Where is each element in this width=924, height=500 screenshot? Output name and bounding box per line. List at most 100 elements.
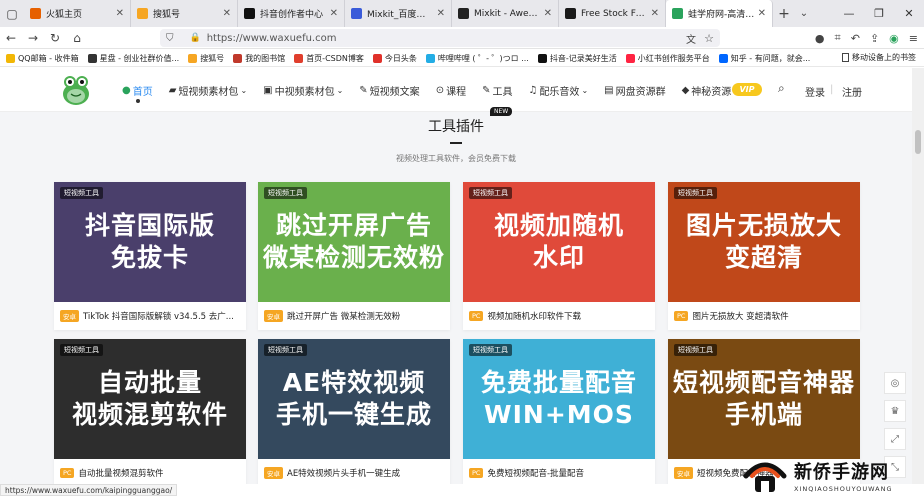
card-title[interactable]: 视频加随机水印软件下载 bbox=[487, 310, 581, 322]
tab-title: 蛙学府网-高清视频素材 bbox=[688, 10, 755, 20]
tab-close-icon[interactable]: ✕ bbox=[544, 8, 552, 19]
back-icon[interactable]: ← bbox=[0, 31, 22, 45]
card-thumbnail[interactable]: 短视频工具 视频加随机 水印 bbox=[463, 182, 655, 302]
vip-crown-icon[interactable]: ♛ bbox=[884, 400, 906, 422]
card-title[interactable]: AE特效视频片头手机一键生成 bbox=[287, 467, 400, 479]
tab-close-icon[interactable]: ✕ bbox=[330, 8, 338, 19]
wechat-icon[interactable]: ◎ bbox=[884, 372, 906, 394]
browser-tab[interactable]: 搜狐号 ✕ bbox=[131, 0, 238, 27]
maximize-icon[interactable]: ❐ bbox=[864, 0, 894, 27]
card-footer: PC 自动批量视频混剪软件 bbox=[54, 459, 246, 484]
new-tab-button[interactable]: + bbox=[773, 6, 795, 22]
nav-item-home[interactable]: ● 首页 bbox=[122, 83, 153, 103]
bookmark-item[interactable]: 知乎 - 有问题，就会... bbox=[718, 53, 810, 64]
tab-favicon-icon bbox=[30, 8, 41, 19]
tool-card[interactable]: 短视频工具 视频加随机 水印 PC 视频加随机水印软件下载 bbox=[463, 182, 655, 330]
tool-card[interactable]: 短视频工具 抖音国际版 免拔卡 安卓 TikTok 抖音国际版解锁 v34.5.… bbox=[54, 182, 246, 330]
chevron-down-icon: ⌄ bbox=[240, 85, 248, 95]
browser-tab[interactable]: 抖音创作者中心 ✕ bbox=[238, 0, 345, 27]
thumbnail-text: AE特效视频 手机一键生成 bbox=[276, 367, 432, 432]
reload-icon[interactable]: ↻ bbox=[44, 31, 66, 45]
card-thumbnail[interactable]: 短视频工具 自动批量 视频混剪软件 bbox=[54, 339, 246, 459]
browser-tab[interactable]: Free Stock Footage Vid ✕ bbox=[559, 0, 666, 27]
bookmark-item[interactable]: 搜狐号 bbox=[188, 53, 224, 64]
register-link[interactable]: 注册 bbox=[842, 84, 862, 99]
mobile-bookmarks[interactable]: 移动设备上的书签 bbox=[842, 52, 916, 63]
category-tag: 短视频工具 bbox=[264, 344, 307, 356]
vip-badge[interactable]: VIP bbox=[732, 83, 762, 96]
undo-icon[interactable]: ↶ bbox=[851, 32, 860, 45]
scrollbar[interactable] bbox=[912, 68, 924, 484]
nav-item-cloud[interactable]: ▤ 网盘资源群 bbox=[604, 83, 665, 98]
nav-item-film[interactable]: ▣ 中视频素材包 ⌄ bbox=[263, 83, 343, 98]
menu-icon[interactable]: ≡ bbox=[909, 32, 918, 45]
tool-card[interactable]: 短视频工具 跳过开屏广告 微某检测无效粉 安卓 跳过开屏广告 微某检测无效粉 bbox=[258, 182, 450, 330]
tool-card[interactable]: 短视频工具 图片无损放大 变超清 PC 图片无损放大 变超清软件 bbox=[668, 182, 860, 330]
browser-tab[interactable]: Mixkit_百度搜索 ✕ bbox=[345, 0, 452, 27]
frog-logo-icon[interactable] bbox=[62, 74, 90, 106]
bookmark-item[interactable]: 哔哩哔哩 ( ゜- ゜)つロ ... bbox=[425, 53, 529, 64]
login-link[interactable]: 登录 bbox=[805, 84, 825, 99]
close-window-icon[interactable]: ✕ bbox=[894, 0, 924, 27]
section-subtitle: 视频处理工具软件，会员免费下载 bbox=[396, 154, 516, 163]
extension-icon[interactable]: ● bbox=[815, 32, 825, 45]
card-thumbnail[interactable]: 短视频工具 图片无损放大 变超清 bbox=[668, 182, 860, 302]
bookmark-item[interactable]: 首页-CSDN博客 bbox=[294, 53, 364, 64]
platform-badge: PC bbox=[60, 468, 75, 478]
tab-favicon-icon bbox=[351, 8, 362, 19]
thumbnail-text: 抖音国际版 免拔卡 bbox=[85, 210, 215, 275]
card-thumbnail[interactable]: 短视频工具 AE特效视频 手机一键生成 bbox=[258, 339, 450, 459]
bookmark-item[interactable]: QQ邮箱 - 收件箱 bbox=[6, 53, 79, 64]
tool-card[interactable]: 短视频工具 AE特效视频 手机一键生成 安卓 AE特效视频片头手机一键生成 bbox=[258, 339, 450, 484]
search-icon[interactable]: ⌕ bbox=[778, 81, 785, 96]
nav-item-course[interactable]: ⊙ 课程 bbox=[436, 83, 466, 98]
card-title[interactable]: 自动批量视频混剪软件 bbox=[78, 467, 163, 479]
scrollbar-thumb[interactable] bbox=[915, 130, 921, 154]
tab-overflow-icon[interactable]: ⌄ bbox=[795, 8, 813, 19]
nav-label: 工具 bbox=[492, 86, 513, 98]
tab-close-icon[interactable]: ✕ bbox=[116, 8, 124, 19]
card-title[interactable]: 免费短视频配音-批量配音 bbox=[487, 467, 584, 479]
translate-icon[interactable]: 文 bbox=[686, 31, 696, 46]
address-bar[interactable]: ⛉ 🔒 https://www.waxuefu.com 文 ☆ bbox=[160, 29, 720, 47]
bookmark-item[interactable]: 抖音-记录美好生活 bbox=[537, 53, 617, 64]
nav-item-pen[interactable]: ✎ 短视频文案 bbox=[359, 83, 419, 98]
browser-tab[interactable]: 蛙学府网-高清视频素材 ✕ bbox=[666, 0, 773, 27]
forward-icon[interactable]: → bbox=[22, 31, 44, 45]
bookmark-star-icon[interactable]: ☆ bbox=[704, 32, 714, 45]
gift-icon: ◆ bbox=[681, 84, 690, 96]
thumbnail-line-2: 免拔卡 bbox=[110, 243, 189, 272]
bookmark-favicon-icon bbox=[6, 53, 15, 63]
tool-card[interactable]: 短视频工具 免费批量配音 WIN+MOS PC 免费短视频配音-批量配音 bbox=[463, 339, 655, 484]
tab-close-icon[interactable]: ✕ bbox=[758, 8, 766, 19]
card-title[interactable]: 图片无损放大 变超清软件 bbox=[692, 310, 788, 322]
card-title[interactable]: TikTok 抖音国际版解锁 v34.5.5 去广... bbox=[83, 310, 234, 322]
tab-close-icon[interactable]: ✕ bbox=[437, 8, 445, 19]
minimize-icon[interactable]: — bbox=[834, 0, 864, 27]
crop-icon[interactable]: ⌗ bbox=[835, 31, 841, 45]
bookmark-item[interactable]: 星盘 - 创业社群价值... bbox=[87, 53, 179, 64]
profile-icon[interactable]: ◉ bbox=[889, 32, 899, 45]
bookmark-item[interactable]: 今日头条 bbox=[372, 53, 417, 64]
browser-tab[interactable]: Mixkit - Awesome free ✕ bbox=[452, 0, 559, 27]
nav-item-tool[interactable]: ✎ 工具 bbox=[482, 83, 512, 98]
tab-close-icon[interactable]: ✕ bbox=[651, 8, 659, 19]
nav-item-music[interactable]: ♫ 配乐音效 ⌄ bbox=[528, 83, 588, 98]
card-thumbnail[interactable]: 短视频工具 抖音国际版 免拔卡 bbox=[54, 182, 246, 302]
card-thumbnail[interactable]: 短视频工具 跳过开屏广告 微某检测无效粉 bbox=[258, 182, 450, 302]
bookmark-item[interactable]: 小红书创作服务平台 bbox=[625, 53, 710, 64]
home-icon[interactable]: ⌂ bbox=[66, 31, 88, 45]
fullscreen-icon[interactable]: ⤢ bbox=[884, 428, 906, 450]
thumbnail-line-2: 手机端 bbox=[724, 400, 803, 429]
share-icon[interactable]: ⇪ bbox=[870, 32, 879, 45]
card-thumbnail[interactable]: 短视频工具 免费批量配音 WIN+MOS bbox=[463, 339, 655, 459]
thumbnail-line-1: AE特效视频 bbox=[282, 367, 426, 397]
tab-list-icon[interactable]: ▢ bbox=[0, 0, 24, 27]
browser-tab[interactable]: 火狐主页 ✕ bbox=[24, 0, 131, 27]
card-title[interactable]: 跳过开屏广告 微某检测无效粉 bbox=[287, 310, 400, 322]
tab-close-icon[interactable]: ✕ bbox=[223, 8, 231, 19]
nav-item-video[interactable]: ▰ 短视频素材包 ⌄ bbox=[169, 83, 247, 98]
bookmark-item[interactable]: 我的图书馆 bbox=[233, 53, 285, 64]
card-thumbnail[interactable]: 短视频工具 短视频配音神器 手机端 bbox=[668, 339, 860, 459]
tool-card[interactable]: 短视频工具 自动批量 视频混剪软件 PC 自动批量视频混剪软件 bbox=[54, 339, 246, 484]
